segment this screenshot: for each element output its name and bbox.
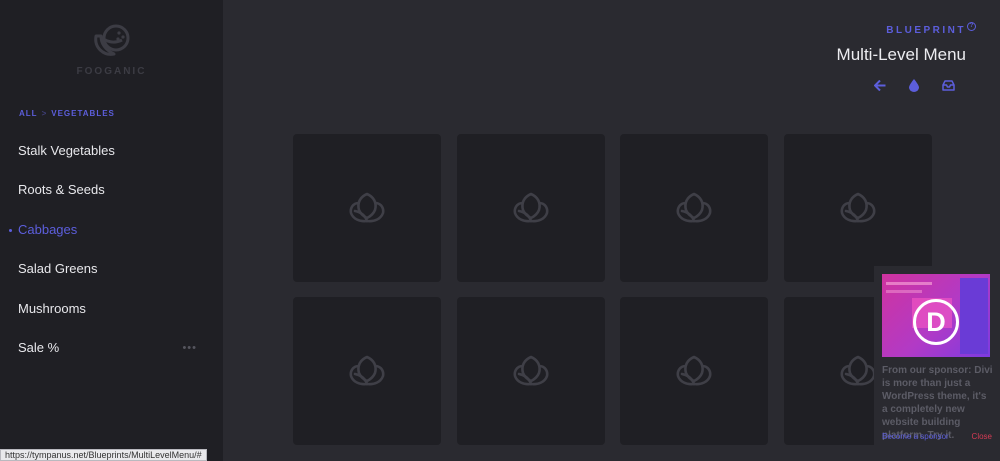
cabbage-icon [840, 355, 875, 386]
sidebar: FOOGANIC ALL > VEGETABLES Stalk Vegetables… [0, 0, 223, 461]
cabbage-icon [513, 355, 548, 386]
category-menu: Stalk Vegetables Roots & Seeds Cabbages … [0, 133, 223, 369]
product-tile[interactable] [783, 134, 932, 282]
cabbage-icon [840, 192, 875, 223]
product-tile[interactable] [293, 297, 441, 445]
product-tile[interactable] [456, 297, 605, 445]
cabbage-icon [676, 192, 712, 223]
cabbage-icon [513, 192, 548, 223]
menu-item-label: Stalk Vegetables [18, 143, 115, 158]
arrow-left-icon[interactable] [872, 77, 888, 93]
cabbage-icon [676, 355, 712, 386]
more-icon[interactable]: ••• [182, 330, 197, 366]
brand-text: BLUEPRINT [886, 25, 966, 36]
product-tile[interactable] [620, 297, 768, 445]
menu-item-label: Salad Greens [18, 261, 98, 277]
product-grid [293, 134, 932, 445]
menu-item-label: Sale % [18, 339, 60, 355]
header-actions [872, 77, 956, 93]
breadcrumb-current[interactable]: VEGETABLES [51, 109, 115, 118]
status-url: https://tympanus.net/Blueprints/MultiLev… [0, 449, 207, 461]
breadcrumb-separator: > [41, 109, 48, 118]
fooganic-logo-icon [93, 24, 129, 56]
brand-link[interactable]: BLUEPRINT? [886, 22, 976, 36]
drop-icon[interactable] [906, 77, 922, 93]
inbox-icon[interactable] [940, 77, 956, 93]
breadcrumb: ALL > VEGETABLES [19, 109, 115, 118]
menu-item-roots-seeds[interactable]: Roots & Seeds [0, 172, 223, 211]
product-tile[interactable] [456, 134, 605, 282]
sponsor-image[interactable]: D [882, 274, 990, 357]
breadcrumb-all[interactable]: ALL [19, 109, 38, 118]
menu-item-cabbages[interactable]: Cabbages [0, 212, 223, 251]
logo[interactable]: FOOGANIC [0, 22, 223, 77]
page-title: Multi-Level Menu [836, 45, 966, 64]
menu-item-salad-greens[interactable]: Salad Greens [0, 251, 223, 290]
menu-item-stalk-vegetables[interactable]: Stalk Vegetables [0, 133, 223, 172]
logo-text: FOOGANIC [76, 66, 147, 77]
cabbage-icon [349, 355, 385, 386]
product-tile[interactable] [620, 134, 768, 282]
menu-item-sale[interactable]: Sale % ••• [0, 330, 223, 369]
sponsor-box: D From our sponsor: Divi is more than ju… [874, 266, 1000, 461]
sponsor-close-button[interactable]: Close [972, 432, 992, 441]
menu-item-label: Roots & Seeds [18, 182, 105, 198]
menu-item-label: Cabbages [18, 221, 78, 237]
info-badge-icon: ? [967, 22, 976, 31]
menu-item-label: Mushrooms [18, 300, 86, 316]
become-sponsor-link[interactable]: Become a sponsor [882, 432, 949, 441]
product-tile[interactable] [293, 134, 441, 282]
sponsor-text[interactable]: From our sponsor: Divi is more than just… [882, 364, 994, 442]
cabbage-icon [349, 192, 385, 223]
menu-item-mushrooms[interactable]: Mushrooms [0, 291, 223, 330]
divi-logo-icon: D [913, 299, 959, 345]
